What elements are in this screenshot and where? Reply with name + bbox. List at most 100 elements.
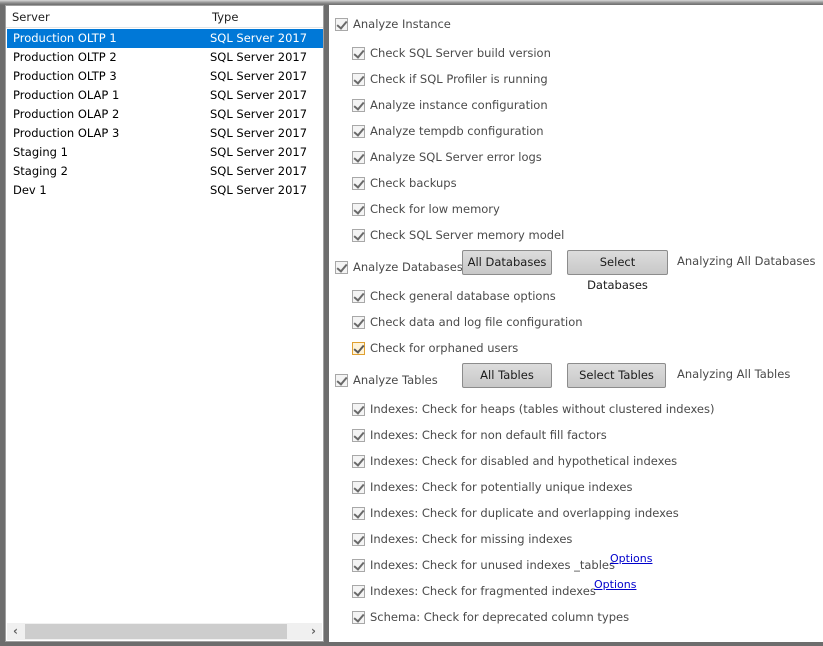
server-list[interactable]: Server Type Production OLTP 1 SQL Server…: [5, 5, 324, 642]
option-checkbox[interactable]: Indexes: Check for missing indexes: [352, 531, 572, 547]
chevron-left-icon[interactable]: ‹: [7, 623, 24, 640]
server-rows: Production OLTP 1 SQL Server 2017 Produc…: [7, 29, 323, 200]
scrollbar-thumb[interactable]: [25, 624, 287, 639]
option-checkbox[interactable]: Schema: Check for deprecated column type…: [352, 609, 629, 625]
option-label: Indexes: Check for missing indexes: [370, 532, 573, 546]
option-checkbox[interactable]: Analyze tempdb configuration: [352, 123, 544, 139]
checkbox-checked-icon[interactable]: [352, 289, 365, 303]
option-checkbox[interactable]: Check backups: [352, 175, 457, 191]
checkbox-checked-icon[interactable]: [352, 176, 365, 190]
checkbox-checked-icon[interactable]: [335, 373, 348, 387]
option-label: Analyze Databases: [353, 260, 463, 274]
option-checkbox[interactable]: Indexes: Check for heaps (tables without…: [352, 401, 714, 417]
option-label: Check backups: [370, 176, 457, 190]
option-checkbox[interactable]: Analyze instance configuration: [352, 97, 548, 113]
checkbox-checked-icon[interactable]: [352, 72, 365, 86]
checkbox-checked-icon[interactable]: [352, 480, 365, 494]
checkbox-checked-icon[interactable]: [352, 124, 365, 138]
option-checkbox[interactable]: Indexes: Check for non default fill fact…: [352, 427, 607, 443]
server-name: Staging 2: [13, 164, 68, 178]
checkbox-checked-icon[interactable]: [335, 17, 348, 31]
checkbox-checked-icon[interactable]: [352, 532, 365, 546]
checkbox-checked-icon[interactable]: [335, 260, 348, 274]
checkbox-checked-icon[interactable]: [352, 202, 365, 216]
column-header-type[interactable]: Type: [212, 10, 238, 24]
checkbox-checked-icon[interactable]: [352, 98, 365, 112]
option-checkbox[interactable]: Indexes: Check for fragmented indexes: [352, 583, 596, 599]
option-checkbox[interactable]: Analyze SQL Server error logs: [352, 149, 542, 165]
server-row[interactable]: Production OLAP 2 SQL Server 2017: [7, 105, 323, 124]
checkbox-checked-icon[interactable]: [352, 228, 365, 242]
option-label: Check data and log file configuration: [370, 315, 583, 329]
option-checkbox[interactable]: Check if SQL Profiler is running: [352, 71, 548, 87]
analyze-tables-checkbox[interactable]: Analyze Tables: [335, 372, 438, 388]
option-checkbox[interactable]: Indexes: Check for potentially unique in…: [352, 479, 632, 495]
option-checkbox[interactable]: Check for low memory: [352, 201, 500, 217]
checkbox-checked-icon[interactable]: [352, 402, 365, 416]
option-label: Schema: Check for deprecated column type…: [370, 610, 630, 624]
checkbox-checked-icon[interactable]: [352, 150, 365, 164]
option-label: Indexes: Check for fragmented indexes: [370, 584, 596, 598]
option-checkbox[interactable]: Check SQL Server build version: [352, 45, 551, 61]
server-type: SQL Server 2017: [210, 88, 308, 102]
server-row[interactable]: Dev 1 SQL Server 2017: [7, 181, 323, 200]
fragmented-indexes-options-link[interactable]: Options: [594, 578, 636, 591]
checkbox-checked-icon[interactable]: [352, 46, 365, 60]
server-row[interactable]: Production OLAP 3 SQL Server 2017: [7, 124, 323, 143]
server-row[interactable]: Production OLAP 1 SQL Server 2017: [7, 86, 323, 105]
analyze-databases-checkbox[interactable]: Analyze Databases: [335, 259, 463, 275]
option-checkbox[interactable]: Check data and log file configuration: [352, 314, 583, 330]
checkbox-checked-icon[interactable]: [352, 506, 365, 520]
select-databases-button[interactable]: Select Databases: [567, 250, 668, 292]
tables-status: Analyzing All Tables: [677, 367, 791, 381]
option-label: Check SQL Server memory model: [370, 228, 565, 242]
server-row[interactable]: Production OLTP 3 SQL Server 2017: [7, 67, 323, 86]
option-checkbox[interactable]: Check general database options: [352, 288, 556, 304]
server-row[interactable]: Production OLTP 2 SQL Server 2017: [7, 48, 323, 67]
option-label: Check for orphaned users: [370, 341, 519, 355]
chevron-right-icon[interactable]: ›: [305, 623, 322, 640]
server-name: Production OLAP 3: [13, 126, 120, 140]
option-label: Indexes: Check for unused indexes _table…: [370, 558, 615, 572]
option-checkbox[interactable]: Check SQL Server memory model: [352, 227, 564, 243]
server-name: Production OLTP 1: [13, 31, 117, 45]
option-label: Check for low memory: [370, 202, 500, 216]
checkbox-checked-icon[interactable]: [352, 610, 365, 624]
orphaned-users-checkbox[interactable]: Check for orphaned users: [352, 340, 518, 356]
checkbox-checked-icon[interactable]: [352, 584, 365, 598]
checkbox-checked-icon[interactable]: [352, 428, 365, 442]
option-label: Analyze Tables: [353, 373, 438, 387]
option-checkbox[interactable]: Indexes: Check for unused indexes _table…: [352, 557, 615, 573]
server-type: SQL Server 2017: [210, 126, 308, 140]
analyze-instance-checkbox[interactable]: Analyze Instance: [335, 16, 451, 32]
server-name: Dev 1: [13, 183, 47, 197]
horizontal-scrollbar[interactable]: ‹ ›: [7, 623, 322, 640]
option-label: Check SQL Server build version: [370, 46, 551, 60]
option-checkbox[interactable]: Indexes: Check for disabled and hypothet…: [352, 453, 677, 469]
select-tables-button[interactable]: Select Tables: [567, 363, 666, 388]
unused-indexes-options-link[interactable]: Options: [610, 552, 652, 565]
checkbox-checked-icon[interactable]: [352, 558, 365, 572]
checkbox-checked-icon[interactable]: [352, 315, 365, 329]
option-label: Analyze tempdb configuration: [370, 124, 544, 138]
option-label: Indexes: Check for disabled and hypothet…: [370, 454, 678, 468]
analysis-options-panel: Analyze Instance Check SQL Server build …: [329, 5, 823, 642]
option-label: Indexes: Check for potentially unique in…: [370, 480, 633, 494]
option-label: Check general database options: [370, 289, 556, 303]
server-row[interactable]: Staging 1 SQL Server 2017: [7, 143, 323, 162]
column-header-server[interactable]: Server: [12, 10, 50, 24]
checkbox-checked-icon[interactable]: [352, 341, 365, 355]
server-type: SQL Server 2017: [210, 107, 308, 121]
server-name: Staging 1: [13, 145, 68, 159]
option-label: Check if SQL Profiler is running: [370, 72, 548, 86]
checkbox-checked-icon[interactable]: [352, 454, 365, 468]
server-type: SQL Server 2017: [210, 50, 308, 64]
option-checkbox[interactable]: Indexes: Check for duplicate and overlap…: [352, 505, 679, 521]
server-row[interactable]: Staging 2 SQL Server 2017: [7, 162, 323, 181]
server-type: SQL Server 2017: [210, 31, 308, 45]
all-tables-button[interactable]: All Tables: [462, 363, 552, 388]
server-type: SQL Server 2017: [210, 183, 308, 197]
all-databases-button[interactable]: All Databases: [462, 250, 552, 275]
server-row[interactable]: Production OLTP 1 SQL Server 2017: [7, 29, 323, 48]
server-type: SQL Server 2017: [210, 164, 308, 178]
